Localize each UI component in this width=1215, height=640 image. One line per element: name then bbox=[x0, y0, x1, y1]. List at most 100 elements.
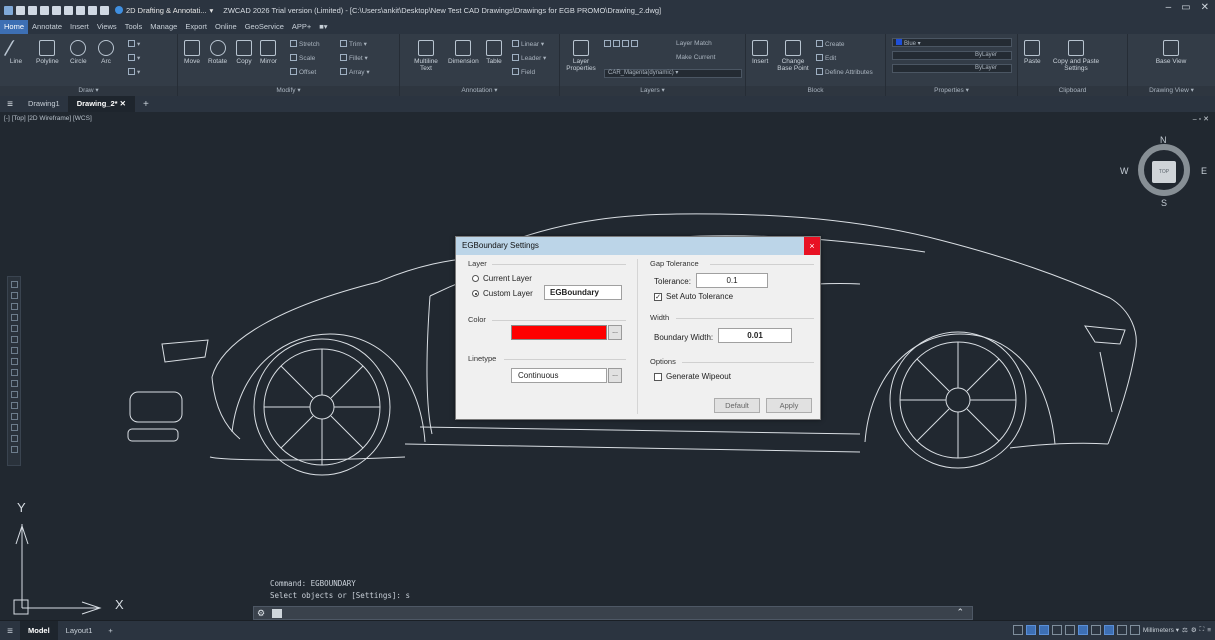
layer-properties-button[interactable]: Layer Properties bbox=[564, 40, 598, 72]
ellipse-tool[interactable]: ▾ bbox=[128, 54, 140, 62]
workspace-settings-icon[interactable]: ⚙ bbox=[1191, 626, 1197, 634]
viewcube-top-face[interactable]: TOP bbox=[1152, 161, 1176, 183]
offset-button[interactable]: Offset bbox=[290, 68, 316, 76]
color-picker[interactable] bbox=[511, 325, 607, 340]
mirror-button[interactable]: Mirror bbox=[260, 40, 277, 65]
tab-online[interactable]: Online bbox=[211, 20, 241, 34]
layout-menu-icon[interactable]: ≡ bbox=[0, 626, 20, 637]
linear-button[interactable]: Linear ▾ bbox=[512, 40, 544, 48]
dimension-button[interactable]: Dimension bbox=[448, 40, 479, 65]
table-button[interactable]: Table bbox=[486, 40, 502, 65]
tab-insert[interactable]: Insert bbox=[66, 20, 93, 34]
paste-button[interactable]: Paste bbox=[1024, 40, 1041, 65]
copy-button[interactable]: Copy bbox=[236, 40, 252, 65]
base-view-button[interactable]: Base View bbox=[1154, 40, 1188, 65]
compass-n[interactable]: N bbox=[1160, 135, 1167, 145]
tab-home[interactable]: Home bbox=[0, 20, 29, 34]
layers-panel-title[interactable]: Layers ▾ bbox=[560, 86, 745, 96]
otrack-icon[interactable] bbox=[1090, 625, 1101, 635]
layer-off-icon[interactable] bbox=[604, 40, 611, 47]
compass-e[interactable]: E bbox=[1201, 166, 1207, 176]
field-button[interactable]: Field bbox=[512, 68, 535, 76]
fullscreen-icon[interactable]: ⛶ bbox=[1200, 626, 1205, 634]
minimize-icon[interactable]: – bbox=[1166, 2, 1172, 13]
layer-dropdown[interactable]: CAR_Magenta(dynamic) ▾ bbox=[604, 69, 742, 78]
tab-layout1[interactable]: Layout1 bbox=[58, 621, 101, 640]
print-icon[interactable] bbox=[64, 5, 73, 15]
make-current-button[interactable]: Make Current bbox=[676, 54, 715, 61]
create-block-button[interactable]: Create bbox=[816, 40, 845, 48]
circle-button[interactable]: Circle bbox=[70, 40, 87, 65]
lineweight-dropdown[interactable]: ByLayer bbox=[892, 64, 1012, 73]
edit-block-button[interactable]: Edit bbox=[816, 54, 836, 62]
units-dropdown[interactable]: Millimeters ▾ bbox=[1143, 626, 1179, 634]
layer-isolate-icon[interactable] bbox=[613, 40, 620, 47]
rotate-button[interactable]: Rotate bbox=[208, 40, 227, 65]
compass-s[interactable]: S bbox=[1161, 198, 1167, 208]
layer-match-button[interactable]: Layer Match bbox=[676, 40, 712, 47]
app-logo-icon[interactable] bbox=[4, 5, 13, 15]
scale-button[interactable]: Scale bbox=[290, 54, 315, 62]
copy-paste-settings-button[interactable]: Copy and Paste Settings bbox=[1050, 40, 1102, 72]
custom-layer-input[interactable]: EGBoundary bbox=[544, 285, 622, 300]
annotation-scale-icon[interactable]: ⚖ bbox=[1182, 626, 1188, 634]
chevron-up-icon[interactable]: ⌃ bbox=[956, 607, 964, 618]
close-window-icon[interactable]: ✕ bbox=[1201, 2, 1209, 13]
generate-wipeout-checkbox[interactable]: Generate Wipeout bbox=[654, 372, 731, 381]
layer-lock-icon[interactable] bbox=[631, 40, 638, 47]
move-button[interactable]: Move bbox=[184, 40, 200, 65]
annotation-panel-title[interactable]: Annotation ▾ bbox=[400, 86, 559, 96]
close-icon[interactable]: × bbox=[804, 237, 820, 255]
compass-w[interactable]: W bbox=[1120, 166, 1129, 176]
transparency-icon[interactable] bbox=[1116, 625, 1127, 635]
color-dropdown[interactable]: Blue ▾ bbox=[892, 38, 1012, 47]
tolerance-input[interactable]: 0.1 bbox=[696, 273, 768, 288]
tab-geoservice[interactable]: GeoService bbox=[241, 20, 288, 34]
define-attributes-button[interactable]: Define Attributes bbox=[816, 68, 873, 76]
auto-tolerance-checkbox[interactable]: ✓ Set Auto Tolerance bbox=[654, 292, 733, 301]
polar-icon[interactable] bbox=[1064, 625, 1075, 635]
tab-tools[interactable]: Tools bbox=[121, 20, 147, 34]
snap-icon[interactable] bbox=[1025, 625, 1036, 635]
current-layer-radio[interactable]: Current Layer bbox=[472, 274, 532, 283]
color-browse-button[interactable]: ... bbox=[608, 325, 622, 340]
draw-panel-title[interactable]: Draw ▾ bbox=[0, 86, 177, 96]
multiline-text-button[interactable]: Multiline Text bbox=[408, 40, 444, 72]
line-button[interactable]: Line bbox=[3, 40, 29, 65]
selection-cycle-icon[interactable] bbox=[1129, 625, 1140, 635]
polyline-button[interactable]: Polyline bbox=[36, 40, 59, 65]
add-layout-icon[interactable]: + bbox=[100, 621, 120, 640]
save-icon[interactable] bbox=[40, 5, 49, 15]
menu-icon[interactable]: ≡ bbox=[0, 99, 20, 110]
tab-views[interactable]: Views bbox=[93, 20, 121, 34]
linetype-browse-button[interactable]: ... bbox=[608, 368, 622, 383]
open-icon[interactable] bbox=[28, 5, 37, 15]
doc-tab-drawing1[interactable]: Drawing1 bbox=[20, 96, 69, 112]
command-input[interactable] bbox=[272, 609, 282, 618]
lineweight-icon[interactable] bbox=[1103, 625, 1114, 635]
custom-layer-radio[interactable]: Custom Layer bbox=[472, 289, 533, 298]
linetype-input[interactable]: Continuous bbox=[511, 368, 607, 383]
ortho-icon[interactable] bbox=[1051, 625, 1062, 635]
insert-button[interactable]: Insert bbox=[752, 40, 768, 65]
osnap-icon[interactable] bbox=[1077, 625, 1088, 635]
trim-button[interactable]: Trim ▾ bbox=[340, 40, 367, 48]
viewcube[interactable]: N S W E TOP bbox=[1115, 132, 1215, 212]
save-as-icon[interactable] bbox=[52, 5, 61, 15]
hatch-tool[interactable]: ▾ bbox=[128, 68, 140, 76]
tab-manage[interactable]: Manage bbox=[146, 20, 181, 34]
grid-icon[interactable] bbox=[1038, 625, 1049, 635]
apply-button[interactable]: Apply bbox=[766, 398, 812, 413]
arc-button[interactable]: Arc bbox=[98, 40, 114, 65]
new-icon[interactable] bbox=[16, 5, 25, 15]
stretch-button[interactable]: Stretch bbox=[290, 40, 320, 48]
block-panel-title[interactable]: Block bbox=[746, 86, 885, 96]
fillet-button[interactable]: Fillet ▾ bbox=[340, 54, 368, 62]
gear-icon[interactable]: ⚙ bbox=[257, 608, 265, 619]
workspace-switcher[interactable]: 2D Drafting & Annotati... ▾ bbox=[115, 6, 213, 15]
clipboard-panel-title[interactable]: Clipboard bbox=[1018, 86, 1127, 96]
rectangle-tool[interactable]: ▾ bbox=[128, 40, 140, 48]
tab-model[interactable]: Model bbox=[20, 621, 58, 640]
undo-icon[interactable] bbox=[88, 5, 97, 15]
default-button[interactable]: Default bbox=[714, 398, 760, 413]
